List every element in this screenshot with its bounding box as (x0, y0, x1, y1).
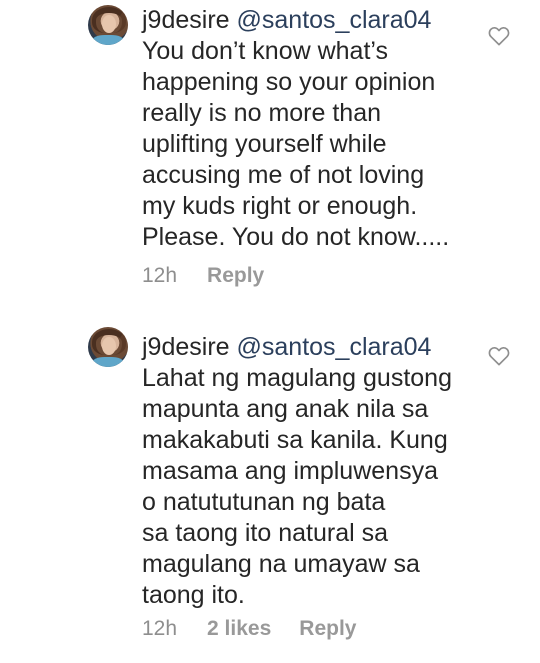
heart-icon[interactable] (488, 346, 510, 366)
comment-username[interactable]: j9desire (142, 333, 230, 361)
heart-icon[interactable] (488, 26, 510, 46)
reply-button[interactable]: Reply (299, 617, 356, 641)
comment-text: Lahat ng magulang gustong mapunta ang an… (142, 364, 452, 609)
reply-button[interactable]: Reply (207, 264, 264, 288)
comment-body: j9desire @santos_clara04 You don’t know … (142, 5, 472, 253)
comment: j9desire @santos_clara04 You don’t know … (0, 0, 540, 310)
likes-count[interactable]: 2 likes (207, 617, 271, 641)
avatar[interactable] (88, 327, 128, 367)
comment-username[interactable]: j9desire (142, 6, 230, 34)
comment-mention[interactable]: @santos_clara04 (237, 6, 432, 34)
avatar[interactable] (88, 5, 128, 45)
comment-timestamp: 12h (142, 264, 178, 287)
comment-meta: 12h Reply (142, 264, 264, 288)
comment-mention[interactable]: @santos_clara04 (237, 333, 432, 361)
comment-text: You don’t know what’s happening so your … (142, 37, 450, 251)
comment-body: j9desire @santos_clara04 Lahat ng magula… (142, 332, 472, 611)
comment-timestamp: 12h (142, 617, 178, 640)
comment-meta: 12h 2 likes Reply (142, 617, 356, 641)
comment: j9desire @santos_clara04 Lahat ng magula… (0, 318, 540, 663)
